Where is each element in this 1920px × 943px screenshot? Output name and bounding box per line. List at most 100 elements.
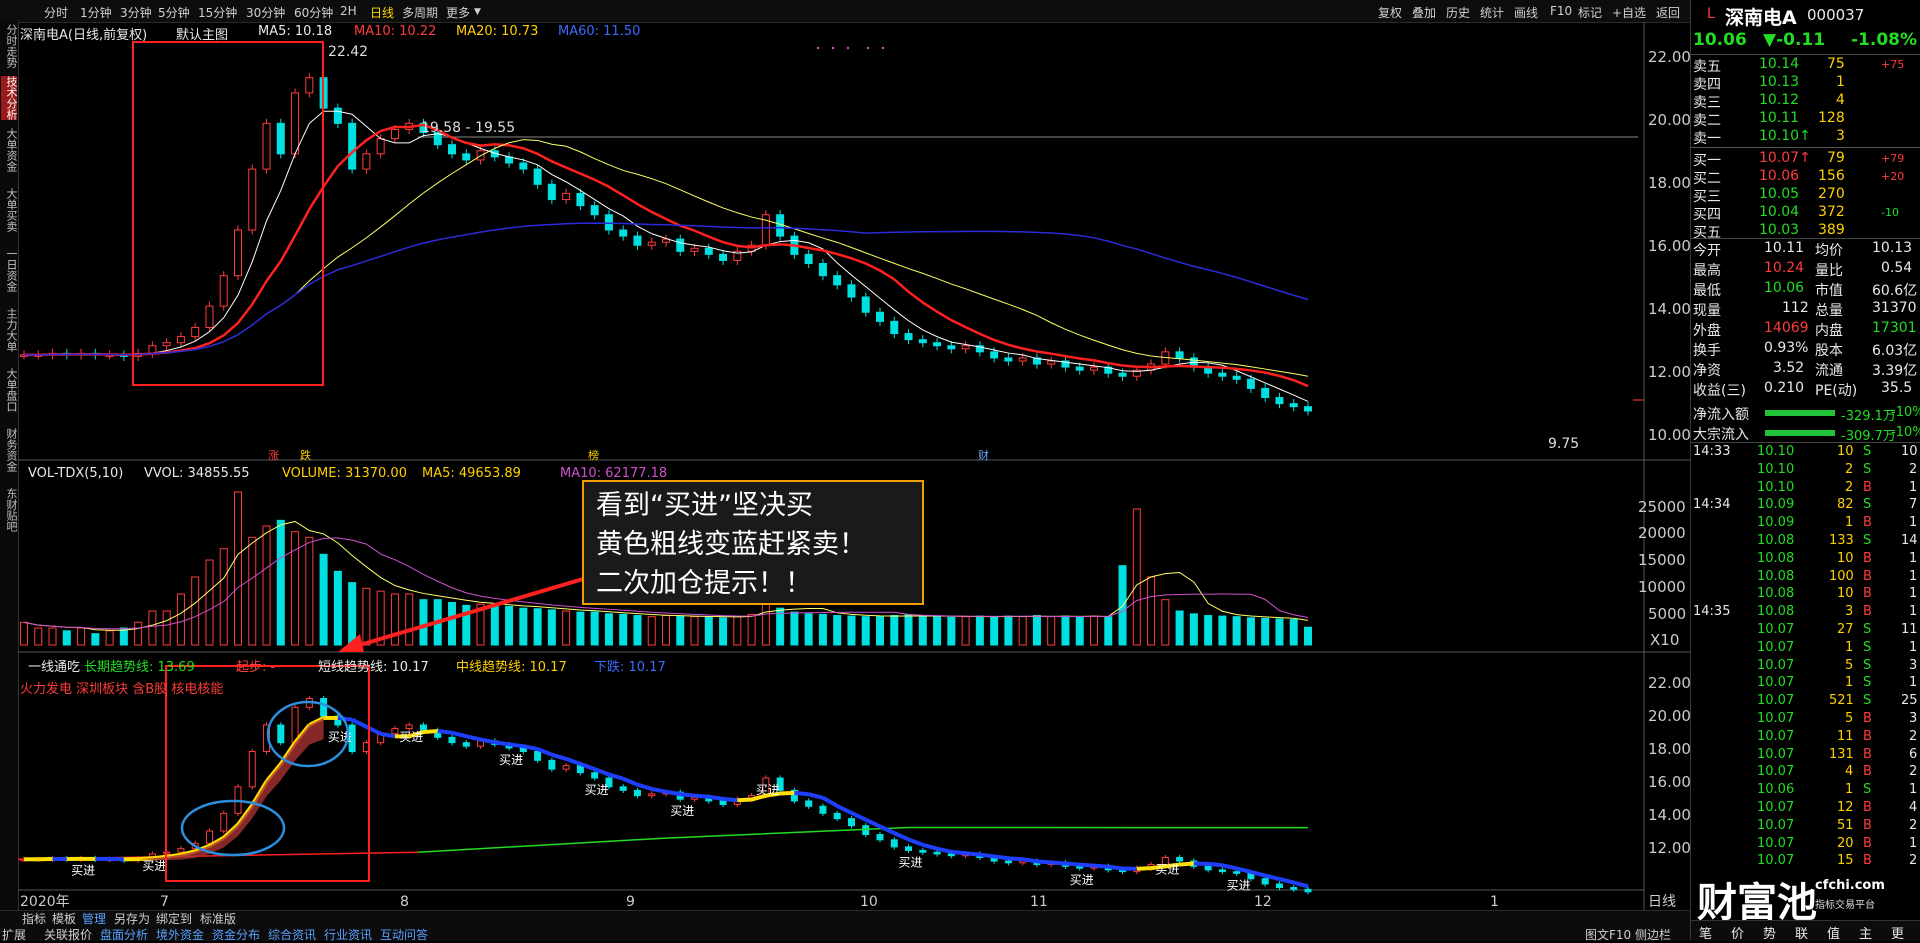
f10-button[interactable]: F10	[1550, 4, 1572, 18]
stat-label: 最低	[1693, 280, 1721, 300]
add-watchlist-button[interactable]: +自选	[1612, 4, 1646, 21]
ext-market-analysis[interactable]: 盘面分析	[100, 926, 148, 943]
mark-button[interactable]: 标记	[1578, 4, 1602, 21]
draw-button[interactable]: 画线	[1514, 4, 1538, 21]
stats-button[interactable]: 统计	[1480, 4, 1504, 21]
ext-expand[interactable]: 扩展	[2, 926, 26, 943]
stat-value: 0.54	[1881, 260, 1912, 276]
tab-standard[interactable]: 标准版	[200, 910, 236, 927]
trend-segment	[637, 785, 651, 789]
flow-pct: -10%	[1891, 425, 1920, 440]
overlay-button[interactable]: 叠加	[1412, 4, 1436, 21]
tab-big-funds[interactable]: 大单资金	[1, 128, 17, 172]
ask-label: 卖三	[1693, 92, 1721, 112]
buy-signal-label: 买进	[1070, 873, 1094, 887]
ind-candle-body	[563, 766, 569, 770]
volume-bar	[548, 610, 555, 645]
tab-save-as[interactable]: 另存为	[114, 910, 150, 927]
period-tab-60min[interactable]: 60分钟	[294, 4, 333, 21]
tab-day-funds[interactable]: 一日资金	[1, 248, 17, 292]
low-price-label: 9.75	[1548, 436, 1579, 452]
event-die[interactable]: 跌	[300, 448, 311, 462]
period-tab-daily[interactable]: 日线	[370, 4, 394, 21]
chart-area[interactable]: 买进买进买进买进买进买进买进买进买进买进买进买进 22.00 20.00 18.…	[18, 22, 1690, 910]
x-label-9: 9	[626, 894, 635, 910]
ext-qa[interactable]: 互动问答	[380, 926, 428, 943]
event-cai[interactable]: 财	[978, 448, 989, 462]
kline-chart-svg[interactable]: 买进买进买进买进买进买进买进买进买进买进买进买进 22.00 20.00 18.…	[18, 22, 1690, 910]
tab-fenshi[interactable]: 分时走势	[1, 24, 17, 68]
quote-panel: L 深南电A 000037 10.06 ▼-0.11 -1.08% 卖五10.1…	[1690, 0, 1920, 940]
f10-sidebar-link[interactable]: 图文F10 侧边栏	[1585, 926, 1671, 943]
period-tab-15min[interactable]: 15分钟	[198, 4, 237, 21]
event-zhang[interactable]: 涨	[268, 449, 279, 462]
indicator-title[interactable]: 一线通吃	[28, 656, 80, 675]
ext-news[interactable]: 综合资讯	[268, 926, 316, 943]
quote-tab-2[interactable]: 势	[1763, 923, 1776, 942]
event-bang[interactable]: 榜	[588, 448, 599, 462]
quote-tab-4[interactable]: 值	[1827, 923, 1840, 942]
tick-price: 10.07	[1757, 747, 1794, 762]
candle-body	[249, 169, 256, 230]
vol-title[interactable]: VOL-TDX(5,10)	[28, 466, 123, 481]
tab-big-orders[interactable]: 大单买卖	[1, 188, 17, 232]
logo-area: 财富池 cfchi.com 指标交易平台	[1693, 868, 1893, 916]
quote-tab-0[interactable]: 笔	[1699, 923, 1712, 942]
ind-candle-body	[806, 801, 812, 806]
tab-template[interactable]: 模板	[52, 910, 76, 927]
candle-body	[948, 346, 955, 349]
ind-candle-body	[1305, 889, 1311, 891]
tick-count: 2	[1909, 818, 1917, 833]
ext-foreign-funds[interactable]: 境外资金	[156, 926, 204, 943]
period-tab-2h[interactable]: 2H	[340, 4, 357, 18]
tab-technical[interactable]: 技术分析	[1, 76, 17, 120]
trend-segment	[523, 746, 537, 749]
quote-tab-5[interactable]: 主	[1859, 923, 1872, 942]
ext-related-quotes[interactable]: 关联报价	[44, 926, 92, 943]
ext-fund-distribution[interactable]: 资金分布	[212, 926, 260, 943]
main-indicator-name[interactable]: 默认主图	[176, 24, 228, 43]
volume-bar	[891, 616, 898, 645]
tab-bind-to[interactable]: 绑定到	[156, 910, 192, 927]
tab-main-big[interactable]: 主力大单	[1, 308, 17, 352]
period-tab-multi[interactable]: 多周期	[402, 4, 438, 21]
volume-bar	[177, 594, 184, 645]
x-axis-period[interactable]: 日线	[1648, 894, 1676, 910]
quote-tab-6[interactable]: 更	[1891, 923, 1904, 942]
stat-label: 股本	[1815, 340, 1843, 360]
tab-manage[interactable]: 管理	[82, 910, 106, 927]
tab-forum[interactable]: 东财贴吧	[1, 488, 17, 532]
quote-bottom-tabs: 笔价势联值主更	[1691, 920, 1920, 941]
more-chevron-icon[interactable]: ▼	[474, 7, 481, 17]
fuquan-button[interactable]: 复权	[1378, 4, 1402, 21]
period-tab-more[interactable]: 更多	[446, 4, 470, 21]
logo-subtitle: 指标交易平台	[1815, 896, 1875, 911]
event-dot	[817, 47, 819, 49]
volume-bar	[1247, 618, 1254, 645]
x-label-1: 1	[1490, 894, 1499, 910]
period-tab-1min[interactable]: 1分钟	[80, 4, 112, 21]
candle-body	[991, 352, 998, 358]
trend-segment	[623, 779, 637, 785]
tick-side: S	[1863, 622, 1871, 637]
history-button[interactable]: 历史	[1446, 4, 1470, 21]
volume-bar	[1290, 620, 1297, 646]
tab-order-book[interactable]: 大单盘口	[1, 368, 17, 412]
tick-price: 10.06	[1757, 782, 1794, 797]
volume-bar	[135, 622, 142, 645]
candle-body	[163, 343, 170, 346]
stat-value: 3.39亿	[1872, 360, 1917, 380]
back-button[interactable]: 返回	[1656, 4, 1680, 21]
quote-tab-1[interactable]: 价	[1731, 923, 1744, 942]
period-tab-5min[interactable]: 5分钟	[158, 4, 190, 21]
quote-tab-3[interactable]: 联	[1795, 923, 1808, 942]
tick-count: 1	[1909, 480, 1917, 495]
period-tab-30min[interactable]: 30分钟	[246, 4, 285, 21]
tab-indicator[interactable]: 指标	[22, 910, 46, 927]
tab-finance-funds[interactable]: 财务资金	[1, 428, 17, 472]
ind-candle-body	[1205, 866, 1211, 870]
trend-segment	[509, 744, 523, 746]
period-tab-fenshi[interactable]: 分时	[44, 4, 68, 21]
period-tab-3min[interactable]: 3分钟	[120, 4, 152, 21]
ext-industry-news[interactable]: 行业资讯	[324, 926, 372, 943]
